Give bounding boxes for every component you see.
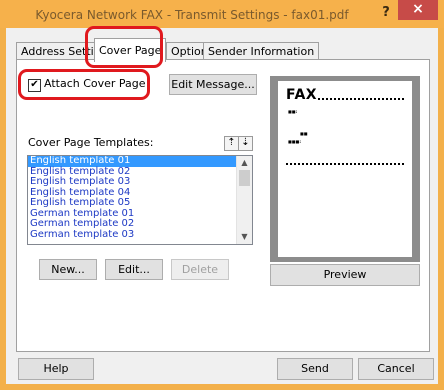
window-title: Kyocera Network FAX - Transmit Settings … [35,8,349,22]
scroll-down-arrow-icon[interactable]: ▼ [237,230,252,244]
help-button[interactable]: Help [18,358,94,380]
list-scrollbar[interactable]: ▲ ▼ [236,156,252,244]
edit-message-button[interactable]: Edit Message... [169,74,257,95]
cancel-button[interactable]: Cancel [358,358,434,380]
preview-title-rule [318,98,404,100]
list-item[interactable]: English template 05 [28,197,252,209]
edit-template-button[interactable]: Edit... [105,259,163,280]
templates-label: Cover Page Templates: [28,136,154,149]
move-down-button[interactable]: ⇣ [238,136,253,151]
preview-line [286,163,404,165]
scroll-thumb[interactable] [239,170,250,186]
preview-field-1: ■■: [288,109,298,114]
title-bar[interactable]: Kyocera Network FAX - Transmit Settings … [0,0,444,28]
new-template-button[interactable]: New... [39,259,97,280]
preview-field-2: ■■ [300,131,308,136]
preview-field-3: ■■■: [288,139,301,144]
delete-template-button[interactable]: Delete [171,259,229,280]
list-item[interactable]: English template 03 [28,176,252,188]
scroll-up-arrow-icon[interactable]: ▲ [237,156,252,170]
move-up-button[interactable]: ⇡ [224,136,239,151]
list-item[interactable]: German template 02 [28,218,252,230]
tab-cover-page[interactable]: Cover Page [94,38,167,62]
dialog-client: Address Setting Cover Page Option Sender… [6,26,438,384]
preview-area: FAX ■■: ■■ ■■■: [270,76,420,262]
list-item[interactable]: German template 03 [28,229,252,241]
help-question-button[interactable]: ? [376,3,396,23]
preview-fax-title: FAX [286,87,318,103]
close-button[interactable]: × [398,0,438,20]
list-item[interactable]: English template 01 [28,156,252,167]
send-button[interactable]: Send [277,358,353,380]
dialog-window: Kyocera Network FAX - Transmit Settings … [0,0,444,390]
templates-listbox[interactable]: English template 01 English template 02 … [27,155,253,245]
preview-page: FAX ■■: ■■ ■■■: [278,81,412,257]
attach-cover-page-label[interactable]: Attach Cover Page [44,77,146,90]
attach-cover-page-checkbox[interactable]: ✔ [28,79,41,92]
preview-button[interactable]: Preview [270,264,420,286]
